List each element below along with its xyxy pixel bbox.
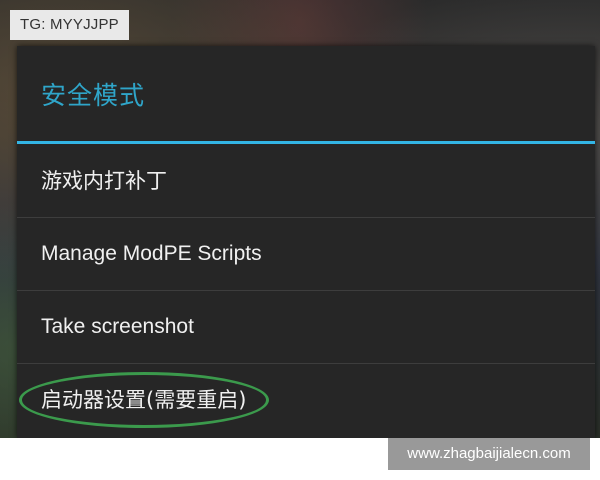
menu-item-ingame-patch[interactable]: 游戏内打补丁	[17, 145, 595, 217]
tg-watermark: TG: MYYJJPP	[10, 10, 129, 40]
menu-item-launcher-settings[interactable]: 启动器设置(需要重启)	[17, 364, 595, 436]
site-watermark: www.zhagbaijialecn.com	[388, 438, 590, 470]
dialog-title: 安全模式	[41, 81, 146, 110]
game-screen: 安全模式 游戏内打补丁 Manage ModPE Scripts Take sc…	[0, 0, 600, 438]
title-divider	[17, 141, 595, 144]
menu-item-take-screenshot[interactable]: Take screenshot	[17, 291, 595, 363]
menu-item-manage-modpe-scripts[interactable]: Manage ModPE Scripts	[17, 218, 595, 290]
safe-mode-dialog: 安全模式 游戏内打补丁 Manage ModPE Scripts Take sc…	[17, 46, 595, 438]
